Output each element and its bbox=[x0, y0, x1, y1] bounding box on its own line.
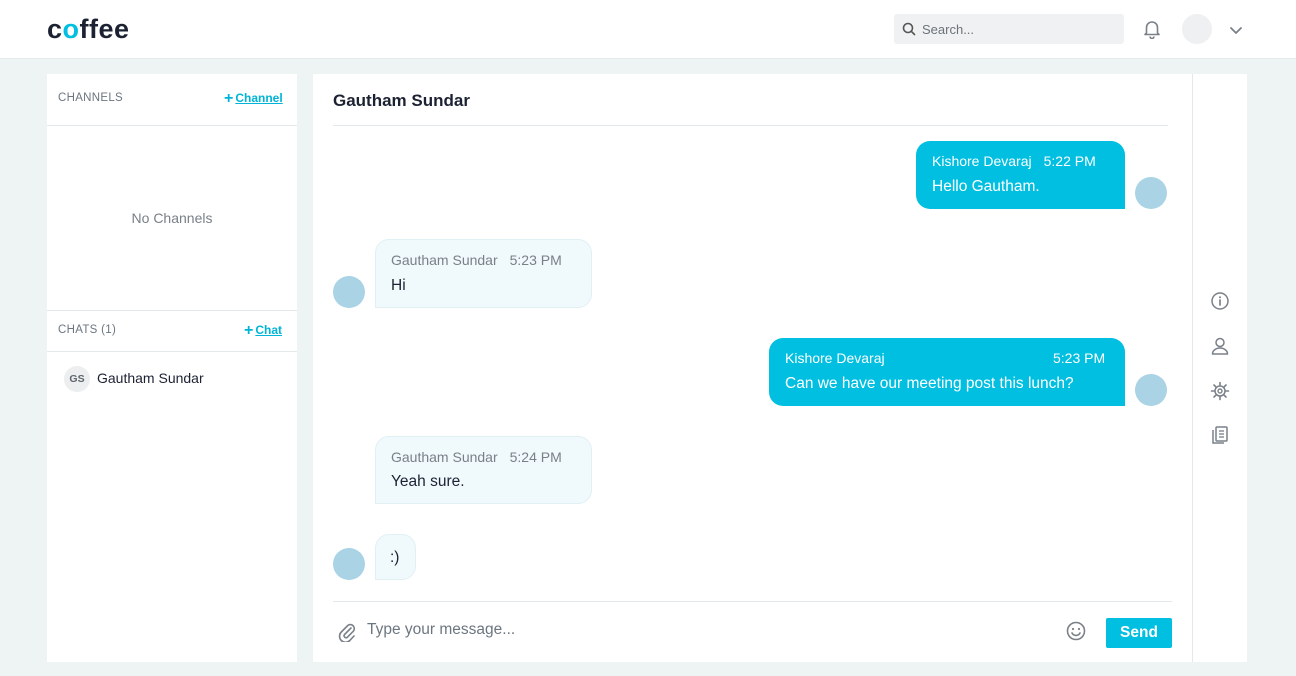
settings-icon[interactable] bbox=[1210, 381, 1230, 401]
chat-avatar: GS bbox=[64, 366, 90, 392]
message-bubble-incoming[interactable]: Gautham Sundar 5:23 PM Hi bbox=[375, 239, 592, 308]
add-channel-link[interactable]: + Channel bbox=[224, 90, 283, 108]
search-box[interactable] bbox=[894, 14, 1124, 44]
add-chat-link[interactable]: + Chat bbox=[244, 322, 282, 340]
message-input[interactable] bbox=[367, 619, 1047, 641]
user-avatar[interactable] bbox=[1182, 14, 1212, 44]
chat-list-item[interactable]: GS Gautham Sundar bbox=[64, 366, 284, 392]
message-text: Can we have our meeting post this lunch? bbox=[785, 375, 1074, 392]
message-text: Yeah sure. bbox=[391, 473, 465, 490]
send-button[interactable]: Send bbox=[1106, 618, 1172, 648]
channels-title: CHANNELS bbox=[58, 92, 124, 104]
message-bubble-outgoing[interactable]: Kishore Devaraj 5:23 PM Can we have our … bbox=[769, 338, 1125, 406]
sidebar: CHANNELS + Channel No Channels CHATS (1) … bbox=[47, 74, 297, 662]
empty-channels-text: No Channels bbox=[131, 210, 213, 226]
message-meta: Gautham Sundar 5:23 PM bbox=[391, 252, 562, 268]
message-time: 5:23 PM bbox=[509, 252, 562, 268]
message-sender: Kishore Devaraj bbox=[785, 350, 885, 366]
composer-divider bbox=[333, 601, 1172, 602]
chevron-down-icon[interactable] bbox=[1229, 23, 1243, 41]
chat-name: Gautham Sundar bbox=[97, 370, 204, 386]
sender-avatar bbox=[1135, 177, 1167, 209]
search-input[interactable] bbox=[922, 20, 1112, 38]
plus-icon: + bbox=[244, 322, 254, 339]
user-icon[interactable] bbox=[1210, 336, 1230, 356]
sender-avatar bbox=[333, 548, 365, 580]
conversation-title: Gautham Sundar bbox=[333, 91, 470, 110]
app-logo[interactable]: coffee bbox=[47, 14, 130, 45]
info-icon[interactable] bbox=[1210, 291, 1230, 311]
message-time: 5:23 PM bbox=[1053, 350, 1106, 366]
message-sender: Kishore Devaraj bbox=[932, 153, 1032, 169]
message-text: Hi bbox=[391, 277, 406, 294]
message-bubble-incoming[interactable]: Gautham Sundar 5:24 PM Yeah sure. bbox=[375, 436, 592, 504]
chats-header: CHATS (1) + Chat bbox=[47, 310, 297, 352]
attachment-icon[interactable] bbox=[338, 622, 356, 647]
message-time: 5:24 PM bbox=[509, 449, 562, 465]
search-icon bbox=[902, 22, 916, 41]
message-time: 5:22 PM bbox=[1043, 153, 1096, 169]
emoji-icon[interactable] bbox=[1066, 621, 1086, 646]
channels-header: CHANNELS + Channel bbox=[47, 74, 297, 126]
right-rail bbox=[1192, 74, 1247, 662]
documents-icon[interactable] bbox=[1210, 425, 1230, 445]
top-bar: coffee bbox=[0, 0, 1296, 59]
message-meta: Kishore Devaraj 5:22 PM bbox=[932, 153, 1096, 169]
sender-avatar bbox=[1135, 374, 1167, 406]
conversation-panel: Gautham Sundar Kishore Devaraj 5:22 PM He… bbox=[313, 74, 1192, 662]
message-bubble-outgoing[interactable]: Kishore Devaraj 5:22 PM Hello Gautham. bbox=[916, 141, 1125, 209]
sender-avatar bbox=[333, 276, 365, 308]
message-sender: Gautham Sundar bbox=[391, 449, 498, 465]
message-text: :) bbox=[390, 549, 400, 566]
notification-bell-icon[interactable] bbox=[1143, 19, 1161, 44]
divider bbox=[333, 125, 1168, 126]
chats-title: CHATS (1) bbox=[58, 324, 117, 336]
message-text: Hello Gautham. bbox=[932, 178, 1040, 195]
message-sender: Gautham Sundar bbox=[391, 252, 498, 268]
message-meta: Gautham Sundar 5:24 PM bbox=[391, 449, 562, 465]
message-bubble-incoming[interactable]: :) bbox=[375, 534, 416, 580]
plus-icon: + bbox=[224, 90, 234, 107]
